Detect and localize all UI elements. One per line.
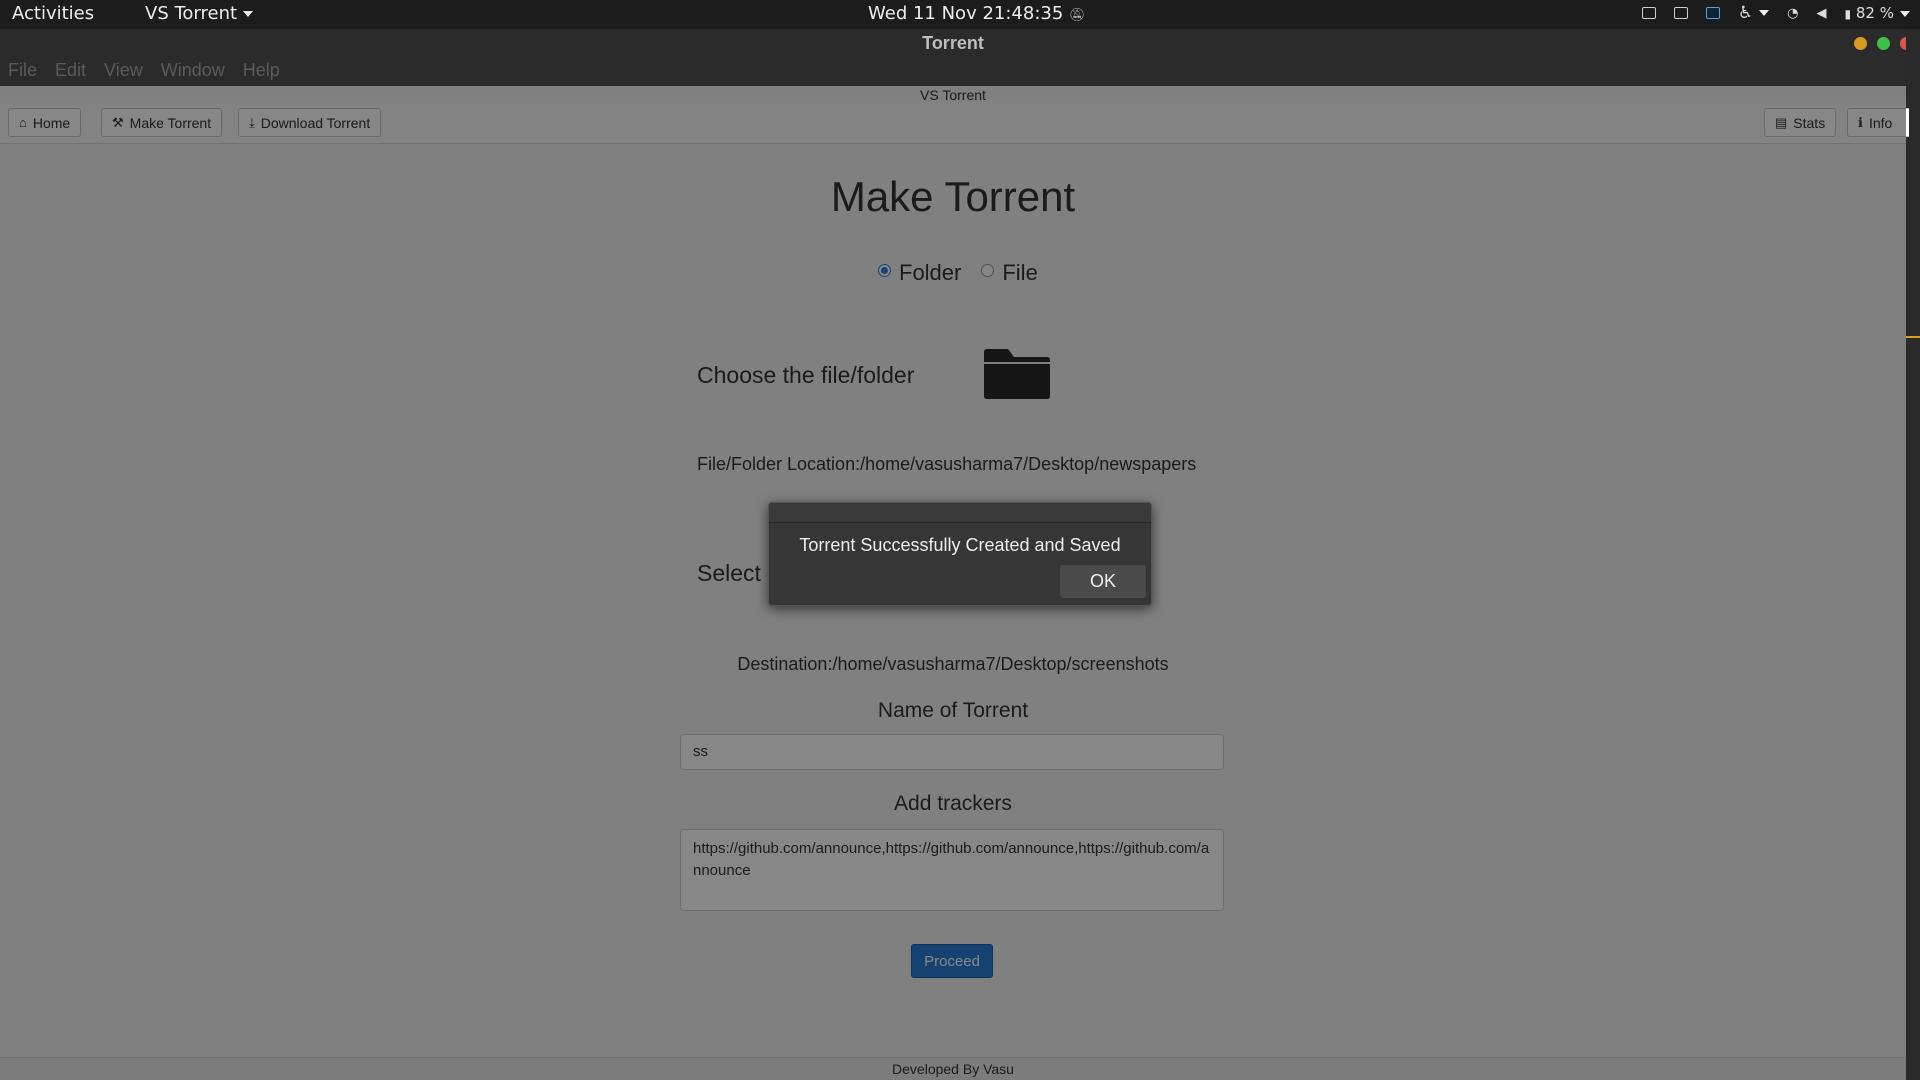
app-indicator-icon[interactable] (1705, 7, 1720, 19)
edge-marker (1906, 336, 1920, 338)
chevron-down-icon (243, 11, 254, 17)
window-indicator-icon[interactable] (1673, 7, 1688, 19)
window-title-bar[interactable]: Torrent File Edit View Window Help (0, 29, 1913, 86)
menu-view[interactable]: View (104, 60, 143, 81)
system-tray: ♿︎ ◔ ◀ ▮ 82 % (1641, 3, 1910, 23)
accessibility-icon[interactable]: ♿︎ (1738, 3, 1770, 23)
maximize-button[interactable] (1877, 37, 1890, 50)
clock-text: Wed 11 Nov 21:48:35 (868, 3, 1064, 24)
battery-indicator[interactable]: ▮ 82 % (1844, 4, 1910, 22)
chevron-down-icon (1759, 10, 1770, 16)
menu-edit[interactable]: Edit (55, 60, 86, 81)
notifications-muted-icon: 🔕︎ (1069, 8, 1086, 23)
system-top-bar: Activities VS Torrent Wed 11 Nov 21:48:3… (0, 0, 1920, 29)
dialog-title-bar[interactable] (769, 503, 1151, 523)
menu-bar: File Edit View Window Help (8, 60, 280, 81)
screenshot-indicator-icon[interactable] (1641, 7, 1656, 19)
menu-file[interactable]: File (8, 60, 37, 81)
volume-icon[interactable]: ◀ (1817, 6, 1827, 21)
activities-button[interactable]: Activities (12, 3, 94, 24)
dialog-message: Torrent Successfully Created and Saved (799, 535, 1121, 555)
battery-icon: ▮ (1844, 7, 1852, 21)
wifi-icon[interactable]: ◔ (1787, 6, 1798, 21)
app-menu-label: VS Torrent (145, 3, 238, 24)
background-window-edge (1906, 29, 1920, 1080)
clock[interactable]: Wed 11 Nov 21:48:35 🔕︎ (868, 3, 1086, 24)
ok-button[interactable]: OK (1060, 565, 1146, 598)
menu-window[interactable]: Window (161, 60, 225, 81)
minimize-button[interactable] (1854, 37, 1867, 50)
success-dialog: Torrent Successfully Created and Saved O… (768, 502, 1152, 606)
app-menu[interactable]: VS Torrent (145, 3, 254, 24)
chevron-down-icon (1900, 10, 1910, 17)
window-title: Torrent (922, 33, 984, 53)
battery-percent: 82 % (1855, 4, 1894, 22)
menu-help[interactable]: Help (243, 60, 280, 81)
